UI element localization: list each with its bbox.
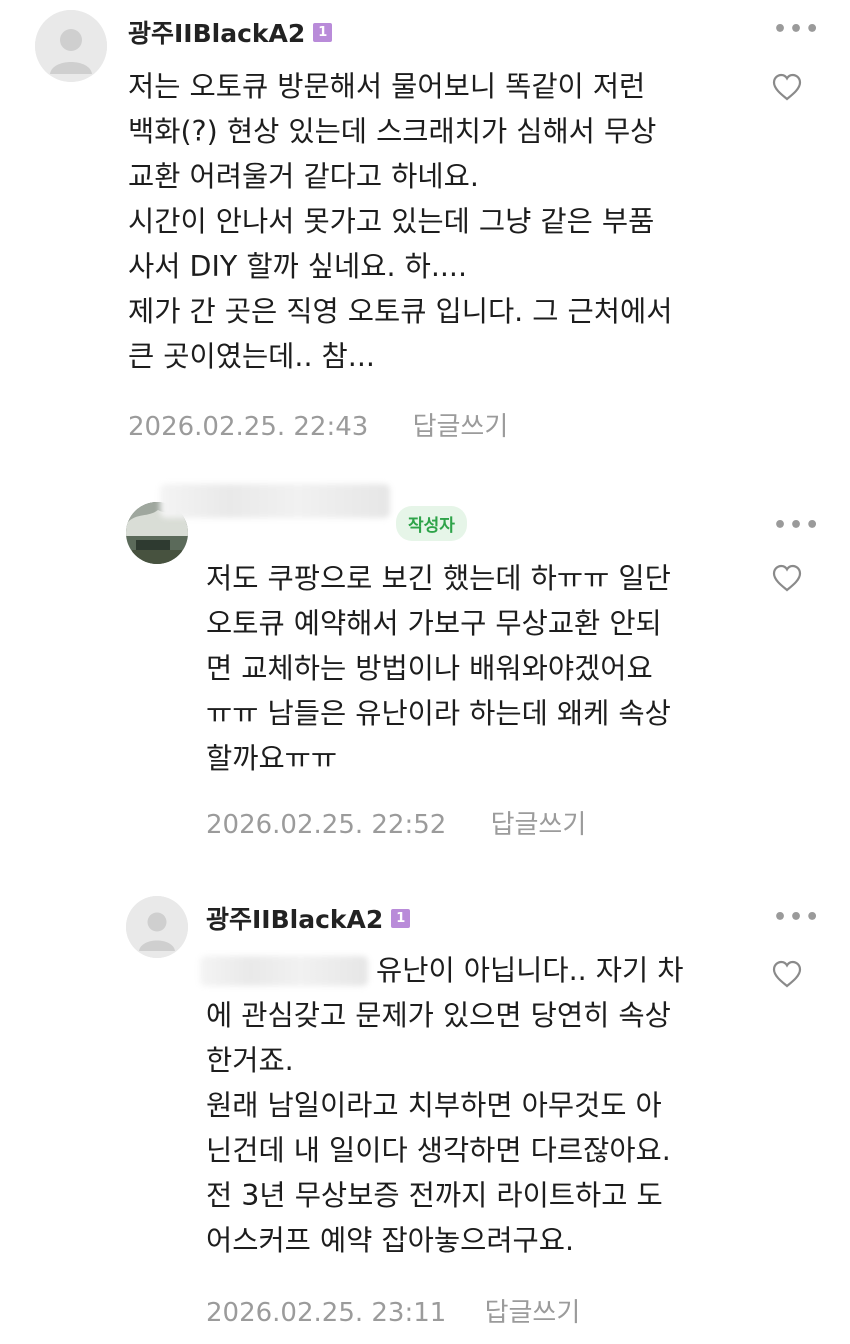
comment-meta: 2026.02.25. 22:43 답글쓰기: [128, 406, 508, 443]
heart-icon[interactable]: [772, 564, 802, 592]
blurred-author-name: [160, 484, 390, 518]
comment-line: ㅠㅠ 남들은 유난이라 하는데 왜케 속상: [206, 697, 671, 730]
comment-line: 오토큐 예약해서 가보구 무상교환 안되: [206, 607, 662, 640]
more-icon[interactable]: •••: [773, 907, 821, 929]
comment-line: 닌건데 내 일이다 생각하면 다르잖아요.: [206, 1134, 671, 1167]
comment-line: 사서 DIY 할까 싶네요. 하....: [128, 250, 468, 283]
comment-line: 저도 쿠팡으로 보긴 했는데 하ㅠㅠ 일단: [206, 562, 671, 595]
comment-line: 전 3년 무상보증 전까지 라이트하고 도: [206, 1179, 663, 1212]
comment-body: 저도 쿠팡으로 보긴 했는데 하ㅠㅠ 일단 오토큐 예약해서 가보구 무상교환 …: [206, 556, 671, 781]
timestamp: 2026.02.25. 23:11: [206, 1298, 447, 1328]
author-name[interactable]: 광주IIBlackA2: [128, 14, 305, 50]
reply-button[interactable]: 답글쓰기: [491, 810, 587, 840]
comment-line: 저는 오토큐 방문해서 물어보니 똑같이 저런: [128, 70, 646, 103]
comment-line: 시간이 안나서 못가고 있는데 그냥 같은 부품: [128, 205, 655, 238]
comment-author[interactable]: 광주IIBlackA2 1: [206, 900, 411, 936]
comment-line: 면 교체하는 방법이나 배워와야겠어요: [206, 652, 653, 685]
comment-line: 할까요ㅠㅠ: [206, 742, 338, 775]
comment-2: 작성자 ••• 저도 쿠팡으로 보긴 했는데 하ㅠㅠ 일단 오토큐 예약해서 가…: [0, 460, 850, 870]
comment-line: 에 관심갖고 문제가 있으면 당연히 속상: [206, 999, 671, 1032]
author-name[interactable]: 광주IIBlackA2: [206, 900, 383, 936]
author-badge: 작성자: [396, 506, 467, 541]
comment-line: 원래 남일이라고 치부하면 아무것도 아: [206, 1089, 662, 1122]
comment-body: 유난이 아닙니다.. 자기 차 에 관심갖고 문제가 있으면 당연히 속상 한거…: [206, 948, 684, 1263]
heart-icon[interactable]: [772, 73, 802, 101]
member-level-badge: 1: [313, 22, 333, 42]
timestamp: 2026.02.25. 22:43: [128, 412, 369, 442]
timestamp: 2026.02.25. 22:52: [206, 810, 447, 840]
member-level-badge: 1: [391, 908, 411, 928]
comment-meta: 2026.02.25. 22:52 답글쓰기: [206, 804, 586, 841]
default-avatar-icon[interactable]: [35, 10, 107, 82]
reply-button[interactable]: 답글쓰기: [413, 412, 509, 442]
comment-3: 광주IIBlackA2 1 ••• 유난이 아닙니다.. 자기 차 에 관심갖고…: [0, 870, 850, 1344]
more-icon[interactable]: •••: [773, 19, 821, 41]
heart-icon[interactable]: [772, 960, 802, 988]
comment-line: 백화(?) 현상 있는데 스크래치가 심해서 무상: [128, 115, 657, 148]
comment-1: 광주IIBlackA2 1 ••• 저는 오토큐 방문해서 물어보니 똑같이 저…: [0, 0, 850, 460]
reply-button[interactable]: 답글쓰기: [485, 1298, 581, 1328]
comment-line: 제가 간 곳은 직영 오토큐 입니다. 그 근처에서: [128, 295, 673, 328]
comment-body: 저는 오토큐 방문해서 물어보니 똑같이 저런 백화(?) 현상 있는데 스크래…: [128, 64, 672, 379]
comment-line-first: 유난이 아닙니다.. 자기 차: [206, 948, 684, 993]
comment-line: 유난이 아닙니다.. 자기 차: [376, 954, 684, 987]
comment-line: 교환 어려울거 같다고 하네요.: [128, 160, 479, 193]
default-avatar-icon[interactable]: [126, 896, 188, 958]
comment-line: 한거죠.: [206, 1044, 294, 1077]
comment-line: 어스커프 예약 잡아놓으려구요.: [206, 1224, 575, 1257]
more-icon[interactable]: •••: [773, 515, 821, 537]
comment-meta: 2026.02.25. 23:11 답글쓰기: [206, 1292, 580, 1329]
comment-author[interactable]: 광주IIBlackA2 1: [128, 14, 333, 50]
comment-line: 큰 곳이였는데.. 참...: [128, 340, 375, 373]
